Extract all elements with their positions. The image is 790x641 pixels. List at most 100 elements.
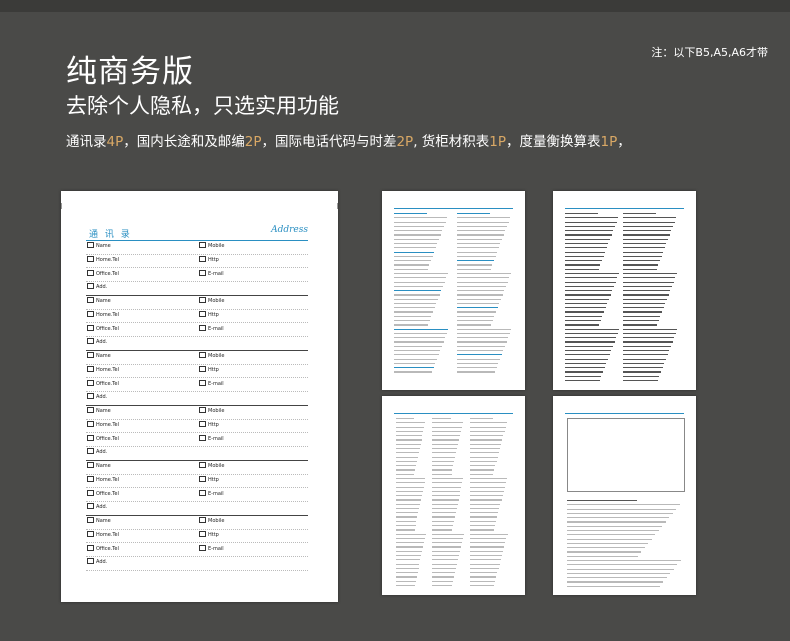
http-label: Http <box>208 256 219 263</box>
fine-print-line <box>432 516 455 518</box>
http-field[interactable]: Http <box>199 310 219 318</box>
fine-print-line <box>567 581 664 583</box>
fine-print-line <box>432 499 459 501</box>
email-field[interactable]: E-mail <box>199 379 224 387</box>
monitor-icon <box>199 365 206 372</box>
fine-print-line <box>623 268 657 270</box>
name-field[interactable]: Name <box>87 352 111 359</box>
name-field[interactable]: Name <box>87 517 111 524</box>
http-field[interactable]: Http <box>199 365 219 373</box>
http-field[interactable]: Http <box>199 255 219 263</box>
fine-print-line <box>457 285 506 287</box>
name-field[interactable]: Name <box>87 297 111 304</box>
page-count: 2P <box>396 134 414 150</box>
fine-print-line <box>567 504 680 506</box>
fine-print-line <box>432 430 462 433</box>
envelope-icon <box>199 489 206 496</box>
fine-print-line <box>470 512 499 514</box>
office-tel-label: Office.Tel <box>96 435 119 442</box>
office-tel-field[interactable]: Office.Tel <box>87 544 119 552</box>
mobile-field[interactable]: Mobile <box>199 242 224 249</box>
http-field[interactable]: Http <box>199 530 219 538</box>
fine-print-line <box>432 486 462 488</box>
http-field[interactable]: Http <box>199 475 219 483</box>
address-row: Add. <box>86 556 308 571</box>
fine-print-line <box>470 473 494 475</box>
office-tel-field[interactable]: Office.Tel <box>87 324 119 332</box>
mobile-field[interactable]: Mobile <box>199 297 224 304</box>
fine-print-line <box>623 272 677 275</box>
add-field[interactable]: Add. <box>87 338 107 345</box>
fine-print-line <box>565 315 603 317</box>
add-label: Add. <box>96 449 108 456</box>
fine-print-line <box>623 307 664 309</box>
fine-print-line <box>396 507 420 510</box>
fine-print-line <box>394 354 439 356</box>
monitor-icon <box>199 420 206 427</box>
fine-print-line <box>565 332 618 335</box>
home-tel-field[interactable]: Home.Tel <box>87 365 119 373</box>
add-label: Add. <box>96 339 108 346</box>
fine-print-line <box>623 281 674 283</box>
fine-print-line <box>470 447 501 450</box>
fine-print-line <box>565 302 608 305</box>
home-tel-label: Home.Tel <box>96 476 120 483</box>
fine-print-line <box>432 555 459 557</box>
fine-print-line <box>457 367 497 369</box>
name-field[interactable]: Name <box>87 242 111 249</box>
address-row: Add. <box>86 391 308 406</box>
name-label: Name <box>96 298 111 304</box>
fine-print-line <box>457 294 503 296</box>
fine-print-line <box>565 311 605 313</box>
home-tel-field[interactable]: Home.Tel <box>87 255 119 263</box>
home-tel-field[interactable]: Home.Tel <box>87 475 120 483</box>
mobile-field[interactable]: Mobile <box>199 352 224 359</box>
email-label: E-mail <box>208 490 224 497</box>
note-text: 注：以下B5,A5,A6才带 <box>651 46 768 59</box>
email-field[interactable]: E-mail <box>199 434 224 442</box>
fine-print-line <box>565 213 598 215</box>
office-tel-field[interactable]: Office.Tel <box>87 269 119 277</box>
address-header: 通 讯 录 Address <box>86 225 308 241</box>
fine-print-line <box>565 230 614 232</box>
email-field[interactable]: E-mail <box>199 544 224 552</box>
http-field[interactable]: Http <box>199 420 219 428</box>
area-code-page-header <box>394 203 513 209</box>
home-tel-field[interactable]: Home.Tel <box>87 310 119 318</box>
fine-print-line <box>565 362 607 365</box>
office-tel-label: Office.Tel <box>96 270 119 277</box>
office-tel-field[interactable]: Office.Tel <box>87 379 119 387</box>
add-field[interactable]: Add. <box>87 283 107 290</box>
address-row: Add. <box>86 501 308 516</box>
email-label: E-mail <box>208 435 224 442</box>
email-field[interactable]: E-mail <box>199 324 224 332</box>
home-tel-field[interactable]: Home.Tel <box>87 530 119 538</box>
fine-print-line <box>623 217 677 219</box>
add-field[interactable]: Add. <box>87 558 107 565</box>
mobile-field[interactable]: Mobile <box>199 462 224 469</box>
email-field[interactable]: E-mail <box>199 489 224 497</box>
name-field[interactable]: Name <box>87 407 111 414</box>
office-tel-field[interactable]: Office.Tel <box>87 489 119 497</box>
mobile-field[interactable]: Mobile <box>199 517 224 524</box>
envelope-icon <box>199 544 206 551</box>
fine-print-line <box>567 551 642 553</box>
fine-print-line <box>432 469 453 471</box>
fine-print-line <box>396 533 426 535</box>
fine-print-line <box>470 435 504 437</box>
fine-print-line <box>396 490 423 492</box>
add-field[interactable]: Add. <box>87 448 107 455</box>
mobile-field[interactable]: Mobile <box>199 407 224 414</box>
fine-print-line <box>457 230 506 232</box>
add-field[interactable]: Add. <box>87 393 107 400</box>
fine-print-line <box>394 315 432 317</box>
add-field[interactable]: Add. <box>87 503 107 510</box>
name-field[interactable]: Name <box>87 462 111 469</box>
office-tel-field[interactable]: Office.Tel <box>87 434 119 442</box>
http-label: Http <box>208 311 219 318</box>
email-field[interactable]: E-mail <box>199 269 224 277</box>
address-row: Office.Tel E-mail <box>86 323 308 338</box>
home-tel-field[interactable]: Home.Tel <box>87 420 119 428</box>
envelope-icon <box>87 503 94 510</box>
http-label: Http <box>208 531 219 538</box>
